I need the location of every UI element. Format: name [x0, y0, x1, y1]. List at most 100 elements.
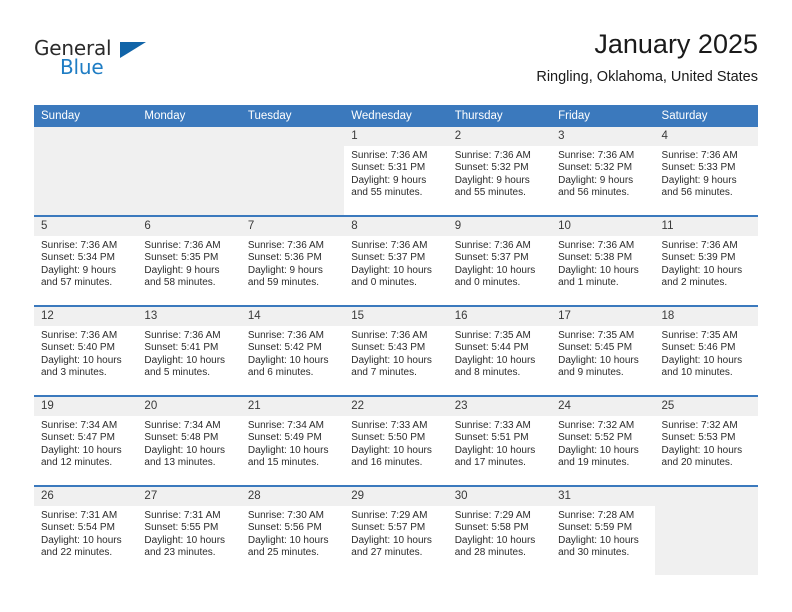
day-number: 15 — [344, 307, 448, 326]
calendar-day[interactable]: 17 Sunrise: 7:35 AM Sunset: 5:45 PM Dayligh… — [551, 307, 655, 395]
calendar-day[interactable]: 18 Sunrise: 7:35 AM Sunset: 5:46 PM Dayligh… — [654, 307, 758, 395]
daylight-duration-line1: Daylight: 10 hours — [454, 534, 536, 546]
day-number: 2 — [447, 127, 552, 146]
sunrise-time: Sunrise: 7:28 AM — [558, 510, 635, 521]
calendar-cell: 14 Sunrise: 7:36 AM Sunset: 5:42 PM Dayligh… — [240, 305, 345, 396]
calendar-cell: 31 Sunrise: 7:28 AM Sunset: 5:59 PM Dayligh… — [551, 485, 655, 575]
daylight-duration-line1: Daylight: 10 hours — [351, 444, 432, 456]
day-details: Sunrise: 7:36 AM Sunset: 5:43 PM Daylight:… — [344, 326, 447, 379]
sunrise-time: Sunrise: 7:32 AM — [558, 420, 635, 431]
day-number: 12 — [34, 307, 138, 326]
calendar-day[interactable]: 4 Sunrise: 7:36 AM Sunset: 5:33 PM Daylight… — [654, 127, 758, 215]
day-number: 3 — [551, 127, 655, 146]
day-number: 25 — [654, 397, 758, 416]
sunset-time: Sunset: 5:38 PM — [558, 252, 633, 264]
calendar-day[interactable]: 12 Sunrise: 7:36 AM Sunset: 5:40 PM Dayligh… — [34, 307, 138, 395]
calendar-day[interactable]: 7 Sunrise: 7:36 AM Sunset: 5:36 PM Daylight… — [240, 217, 345, 305]
calendar-day[interactable]: 2 Sunrise: 7:36 AM Sunset: 5:32 PM Daylight… — [447, 127, 552, 215]
calendar-day[interactable]: 23 Sunrise: 7:33 AM Sunset: 5:51 PM Dayligh… — [447, 397, 552, 485]
day-details: Sunrise: 7:36 AM Sunset: 5:42 PM Daylight:… — [241, 326, 344, 379]
day-number — [654, 487, 758, 506]
calendar-day[interactable]: 22 Sunrise: 7:33 AM Sunset: 5:50 PM Dayligh… — [344, 397, 448, 485]
day-details: Sunrise: 7:32 AM Sunset: 5:52 PM Daylight:… — [551, 416, 654, 469]
day-details: Sunrise: 7:28 AM Sunset: 5:59 PM Daylight:… — [551, 506, 654, 559]
calendar-day[interactable]: 25 Sunrise: 7:32 AM Sunset: 5:53 PM Dayligh… — [654, 397, 758, 485]
calendar-day[interactable]: 11 Sunrise: 7:36 AM Sunset: 5:39 PM Dayligh… — [654, 217, 758, 305]
calendar-day[interactable]: 24 Sunrise: 7:32 AM Sunset: 5:52 PM Dayligh… — [551, 397, 655, 485]
calendar-cell: 26 Sunrise: 7:31 AM Sunset: 5:54 PM Dayligh… — [34, 485, 138, 575]
daylight-duration-line1: Daylight: 10 hours — [247, 354, 329, 366]
sunrise-time: Sunrise: 7:30 AM — [247, 510, 324, 521]
daylight-duration-line1: Daylight: 10 hours — [661, 264, 743, 276]
calendar-day[interactable]: 14 Sunrise: 7:36 AM Sunset: 5:42 PM Dayligh… — [240, 307, 345, 395]
day-number: 26 — [34, 487, 138, 506]
calendar-day[interactable]: 27 Sunrise: 7:31 AM Sunset: 5:55 PM Dayligh… — [137, 487, 241, 575]
sunrise-time: Sunrise: 7:35 AM — [661, 330, 738, 341]
sunset-time: Sunset: 5:58 PM — [454, 522, 529, 534]
calendar-cell: 13 Sunrise: 7:36 AM Sunset: 5:41 PM Dayligh… — [137, 305, 241, 396]
calendar-cell — [34, 127, 138, 216]
calendar-week-row: 26 Sunrise: 7:31 AM Sunset: 5:54 PM Dayligh… — [34, 485, 758, 575]
calendar-day[interactable]: 10 Sunrise: 7:36 AM Sunset: 5:38 PM Dayligh… — [551, 217, 655, 305]
daylight-duration-line1: Daylight: 10 hours — [247, 444, 329, 456]
calendar-day[interactable]: 31 Sunrise: 7:28 AM Sunset: 5:59 PM Dayligh… — [551, 487, 655, 575]
sunset-time: Sunset: 5:41 PM — [144, 342, 219, 354]
day-number: 23 — [447, 397, 552, 416]
day-number: 10 — [551, 217, 655, 236]
daylight-duration-line1: Daylight: 10 hours — [454, 264, 536, 276]
calendar-day[interactable]: 15 Sunrise: 7:36 AM Sunset: 5:43 PM Dayligh… — [344, 307, 448, 395]
day-details: Sunrise: 7:36 AM Sunset: 5:39 PM Daylight:… — [655, 236, 758, 289]
calendar-day[interactable]: 29 Sunrise: 7:29 AM Sunset: 5:57 PM Dayligh… — [344, 487, 448, 575]
day-details: Sunrise: 7:36 AM Sunset: 5:38 PM Daylight:… — [551, 236, 654, 289]
sunset-time: Sunset: 5:37 PM — [454, 252, 529, 264]
day-details: Sunrise: 7:36 AM Sunset: 5:33 PM Daylight:… — [655, 146, 758, 199]
day-details: Sunrise: 7:33 AM Sunset: 5:51 PM Daylight:… — [448, 416, 551, 469]
sunset-time: Sunset: 5:48 PM — [144, 432, 219, 444]
calendar-day[interactable]: 21 Sunrise: 7:34 AM Sunset: 5:49 PM Dayligh… — [240, 397, 345, 485]
calendar-day[interactable]: 19 Sunrise: 7:34 AM Sunset: 5:47 PM Dayligh… — [34, 397, 138, 485]
calendar-day-empty — [34, 127, 138, 215]
sunset-time: Sunset: 5:42 PM — [247, 342, 322, 354]
daylight-duration-line1: Daylight: 10 hours — [41, 534, 122, 546]
sunrise-time: Sunrise: 7:34 AM — [247, 420, 324, 431]
calendar-day[interactable]: 26 Sunrise: 7:31 AM Sunset: 5:54 PM Dayligh… — [34, 487, 138, 575]
calendar-day[interactable]: 5 Sunrise: 7:36 AM Sunset: 5:34 PM Daylight… — [34, 217, 138, 305]
calendar-day[interactable]: 30 Sunrise: 7:29 AM Sunset: 5:58 PM Dayligh… — [447, 487, 552, 575]
daylight-duration-line2: and 2 minutes. — [661, 276, 728, 288]
sunrise-time: Sunrise: 7:29 AM — [454, 510, 531, 521]
day-details: Sunrise: 7:36 AM Sunset: 5:36 PM Daylight:… — [241, 236, 344, 289]
day-number: 6 — [137, 217, 241, 236]
sunrise-time: Sunrise: 7:36 AM — [41, 240, 118, 251]
day-details: Sunrise: 7:29 AM Sunset: 5:58 PM Daylight:… — [448, 506, 551, 559]
sunrise-time: Sunrise: 7:35 AM — [558, 330, 635, 341]
daylight-duration-line2: and 8 minutes. — [454, 366, 521, 378]
sunset-time: Sunset: 5:37 PM — [351, 252, 426, 264]
calendar-day[interactable]: 8 Sunrise: 7:36 AM Sunset: 5:37 PM Daylight… — [344, 217, 448, 305]
logo-text-blue: Blue — [60, 55, 104, 79]
day-details: Sunrise: 7:36 AM Sunset: 5:34 PM Daylight:… — [34, 236, 137, 289]
calendar-day[interactable]: 1 Sunrise: 7:36 AM Sunset: 5:31 PM Daylight… — [344, 127, 448, 215]
sunrise-time: Sunrise: 7:36 AM — [351, 240, 428, 251]
calendar-day[interactable]: 16 Sunrise: 7:35 AM Sunset: 5:44 PM Dayligh… — [447, 307, 552, 395]
sunrise-time: Sunrise: 7:36 AM — [41, 330, 118, 341]
daylight-duration-line1: Daylight: 10 hours — [661, 354, 743, 366]
calendar-day[interactable]: 20 Sunrise: 7:34 AM Sunset: 5:48 PM Dayligh… — [137, 397, 241, 485]
day-details: Sunrise: 7:34 AM Sunset: 5:49 PM Daylight:… — [241, 416, 344, 469]
sunrise-time: Sunrise: 7:36 AM — [351, 150, 428, 161]
calendar-week-row: 12 Sunrise: 7:36 AM Sunset: 5:40 PM Dayligh… — [34, 305, 758, 396]
sunset-time: Sunset: 5:35 PM — [144, 252, 219, 264]
sunrise-time: Sunrise: 7:29 AM — [351, 510, 428, 521]
general-blue-logo[interactable]: General Blue — [34, 36, 154, 92]
day-number: 4 — [654, 127, 758, 146]
day-details: Sunrise: 7:34 AM Sunset: 5:48 PM Daylight:… — [137, 416, 240, 469]
calendar-day[interactable]: 3 Sunrise: 7:36 AM Sunset: 5:32 PM Daylight… — [551, 127, 655, 215]
calendar-day[interactable]: 6 Sunrise: 7:36 AM Sunset: 5:35 PM Daylight… — [137, 217, 241, 305]
calendar-day[interactable]: 13 Sunrise: 7:36 AM Sunset: 5:41 PM Dayligh… — [137, 307, 241, 395]
calendar-day[interactable]: 9 Sunrise: 7:36 AM Sunset: 5:37 PM Daylight… — [447, 217, 552, 305]
calendar-cell: 24 Sunrise: 7:32 AM Sunset: 5:52 PM Dayligh… — [551, 395, 655, 486]
daylight-duration-line1: Daylight: 9 hours — [558, 174, 634, 186]
day-details: Sunrise: 7:36 AM Sunset: 5:40 PM Daylight:… — [34, 326, 137, 379]
calendar-day[interactable]: 28 Sunrise: 7:30 AM Sunset: 5:56 PM Dayligh… — [240, 487, 345, 575]
daylight-duration-line2: and 56 minutes. — [558, 186, 630, 198]
day-details: Sunrise: 7:36 AM Sunset: 5:37 PM Daylight:… — [344, 236, 447, 289]
